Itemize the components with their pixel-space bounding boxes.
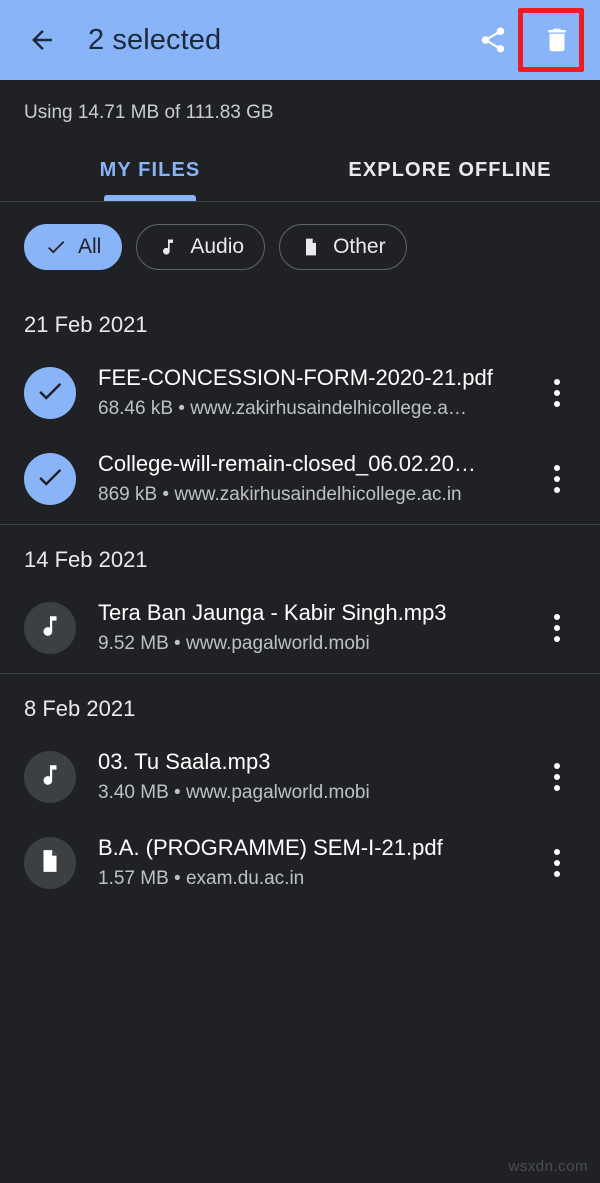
file-row[interactable]: Tera Ban Jaunga - Kabir Singh.mp3 9.52 MB… bbox=[0, 587, 600, 673]
file-type-avatar[interactable] bbox=[24, 837, 76, 889]
more-vert-icon bbox=[554, 785, 560, 791]
file-name: 03. Tu Saala.mp3 bbox=[98, 748, 271, 774]
more-vert-icon bbox=[554, 614, 560, 620]
file-group: 8 Feb 2021 03. Tu Saala.mp3 3.40 MB • www.… bbox=[0, 673, 600, 908]
file-meta: 869 kB • www.zakirhusaindelhicollege.ac.… bbox=[98, 484, 462, 506]
more-vert-icon bbox=[554, 763, 560, 769]
more-vert-icon bbox=[554, 849, 560, 855]
file-row-text: B.A. (PROGRAMME) SEM-I-21.pdf 1.57 MB • e… bbox=[98, 834, 524, 892]
file-group-date-header: 8 Feb 2021 bbox=[24, 696, 136, 721]
music-note-icon bbox=[37, 613, 63, 644]
more-vert-icon bbox=[554, 390, 560, 396]
more-vert-icon bbox=[554, 774, 560, 780]
document-icon bbox=[37, 848, 63, 879]
file-overflow-menu-button[interactable] bbox=[534, 451, 580, 507]
share-button[interactable] bbox=[466, 13, 520, 67]
file-row-text: College-will-remain-closed_06.02.20… 869 … bbox=[98, 450, 524, 508]
file-row-text: Tera Ban Jaunga - Kabir Singh.mp3 9.52 MB… bbox=[98, 599, 524, 657]
arrow-back-icon bbox=[32, 30, 52, 50]
file-overflow-menu-button[interactable] bbox=[534, 835, 580, 891]
back-button[interactable] bbox=[16, 14, 68, 66]
filter-chip-all[interactable]: All bbox=[24, 224, 123, 270]
selection-count-title: 2 selected bbox=[88, 23, 222, 56]
document-icon bbox=[300, 236, 322, 258]
file-meta: 9.52 MB • www.pagalworld.mobi bbox=[98, 633, 370, 655]
file-row-text: FEE-CONCESSION-FORM-2020-21.pdf 68.46 kB … bbox=[98, 364, 524, 422]
more-vert-icon bbox=[554, 379, 560, 385]
appbar-actions bbox=[466, 13, 584, 67]
file-group: 14 Feb 2021 Tera Ban Jaunga - Kabir Singh… bbox=[0, 524, 600, 673]
file-row[interactable]: FEE-CONCESSION-FORM-2020-21.pdf 68.46 kB … bbox=[0, 352, 600, 438]
file-row[interactable]: College-will-remain-closed_06.02.20… 869 … bbox=[0, 438, 600, 524]
file-selected-checkbox[interactable] bbox=[24, 367, 76, 419]
tab-active-indicator bbox=[104, 195, 196, 201]
file-type-avatar[interactable] bbox=[24, 602, 76, 654]
tab-explore-offline[interactable]: EXPLORE OFFLINE bbox=[300, 140, 600, 201]
tab-explore-offline-label: EXPLORE OFFLINE bbox=[348, 159, 552, 181]
file-type-avatar[interactable] bbox=[24, 751, 76, 803]
delete-button[interactable] bbox=[530, 13, 584, 67]
file-overflow-menu-button[interactable] bbox=[534, 600, 580, 656]
file-row-text: 03. Tu Saala.mp3 3.40 MB • www.pagalworld… bbox=[98, 748, 524, 806]
file-name: FEE-CONCESSION-FORM-2020-21.pdf bbox=[98, 364, 493, 390]
file-group-date-header: 14 Feb 2021 bbox=[24, 547, 148, 572]
check-icon bbox=[35, 462, 65, 497]
check-icon bbox=[35, 376, 65, 411]
file-meta: 1.57 MB • exam.du.ac.in bbox=[98, 868, 305, 890]
file-name: B.A. (PROGRAMME) SEM-I-21.pdf bbox=[98, 834, 443, 860]
file-meta: 68.46 kB • www.zakirhusaindelhicollege.a… bbox=[98, 398, 467, 420]
filter-chip-all-label: All bbox=[78, 235, 102, 258]
file-group: 21 Feb 2021 FEE-CONCESSION-FORM-2020-21.p… bbox=[0, 290, 600, 524]
more-vert-icon bbox=[554, 487, 560, 493]
more-vert-icon bbox=[554, 476, 560, 482]
check-icon bbox=[45, 236, 67, 258]
music-note-icon bbox=[157, 236, 179, 258]
share-icon bbox=[481, 27, 505, 53]
file-group-date-header: 21 Feb 2021 bbox=[24, 312, 148, 337]
file-name: Tera Ban Jaunga - Kabir Singh.mp3 bbox=[98, 599, 447, 625]
watermark: wsxdn.com bbox=[508, 1158, 588, 1175]
tab-bar: MY FILES EXPLORE OFFLINE bbox=[0, 140, 600, 202]
music-note-icon bbox=[37, 762, 63, 793]
app-screen: 2 selected Using 14.71 MB of 111.83 GB M… bbox=[0, 0, 600, 1183]
filter-chip-other-label: Other bbox=[333, 235, 386, 258]
more-vert-icon bbox=[554, 625, 560, 631]
filter-chip-row: All Audio Other bbox=[0, 202, 600, 290]
file-row[interactable]: B.A. (PROGRAMME) SEM-I-21.pdf 1.57 MB • e… bbox=[0, 822, 600, 908]
file-name: College-will-remain-closed_06.02.20… bbox=[98, 450, 476, 476]
filter-chip-other[interactable]: Other bbox=[279, 224, 407, 270]
storage-usage-text: Using 14.71 MB of 111.83 GB bbox=[24, 102, 274, 123]
more-vert-icon bbox=[554, 860, 560, 866]
file-meta: 3.40 MB • www.pagalworld.mobi bbox=[98, 782, 370, 804]
selection-action-bar: 2 selected bbox=[0, 0, 600, 80]
file-list: 21 Feb 2021 FEE-CONCESSION-FORM-2020-21.p… bbox=[0, 290, 600, 908]
tab-my-files-label: MY FILES bbox=[99, 159, 201, 181]
tab-my-files[interactable]: MY FILES bbox=[0, 140, 300, 201]
file-overflow-menu-button[interactable] bbox=[534, 365, 580, 421]
more-vert-icon bbox=[554, 465, 560, 471]
file-selected-checkbox[interactable] bbox=[24, 453, 76, 505]
file-row[interactable]: 03. Tu Saala.mp3 3.40 MB • www.pagalworld… bbox=[0, 736, 600, 822]
trash-icon bbox=[548, 28, 566, 52]
filter-chip-audio[interactable]: Audio bbox=[136, 224, 266, 270]
more-vert-icon bbox=[554, 636, 560, 642]
file-overflow-menu-button[interactable] bbox=[534, 749, 580, 805]
filter-chip-audio-label: Audio bbox=[190, 235, 245, 258]
more-vert-icon bbox=[554, 871, 560, 877]
more-vert-icon bbox=[554, 401, 560, 407]
